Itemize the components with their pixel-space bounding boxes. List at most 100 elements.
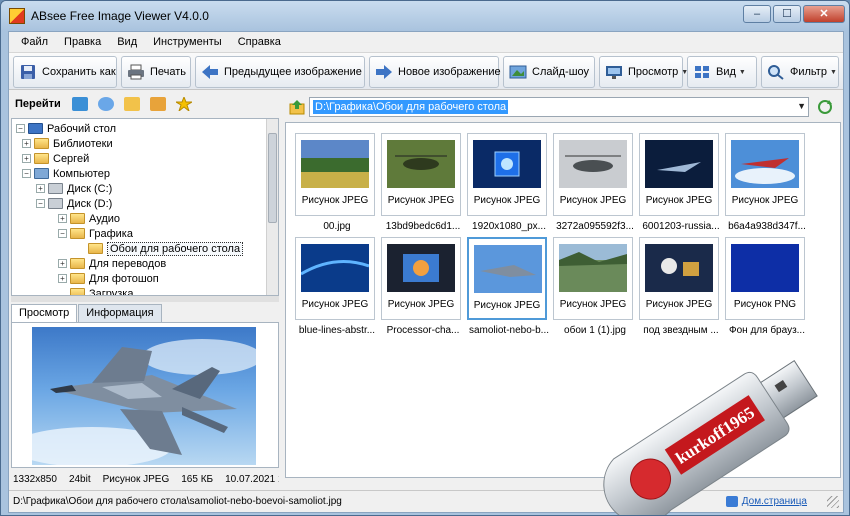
collapse-toggle[interactable]: − <box>58 229 67 238</box>
library-icon <box>34 138 49 149</box>
collapse-toggle[interactable]: − <box>16 124 25 133</box>
thumbnail-image <box>645 140 713 188</box>
thumbnail-item[interactable]: Рисунок JPEG обои 1 (1).jpg <box>553 237 637 336</box>
folder-up-icon[interactable] <box>289 99 305 115</box>
thumbnail-image <box>387 140 455 188</box>
minimize-button[interactable]: – <box>743 5 771 23</box>
chevron-down-icon[interactable]: ▼ <box>797 101 806 111</box>
slideshow-button[interactable]: Слайд-шоу <box>503 56 595 88</box>
address-path: D:\Графика\Обои для рабочего стола <box>313 100 509 114</box>
thumbnail-image <box>473 140 541 188</box>
thumbnail-card[interactable]: Рисунок JPEG <box>295 133 375 216</box>
title-bar[interactable]: ABsee Free Image Viewer V4.0.0 – ☐ ✕ <box>1 1 849 31</box>
tree-item-photoshop[interactable]: + Для фотошоп <box>58 271 159 286</box>
thumbnail-card[interactable]: Рисунок JPEG <box>381 133 461 216</box>
window-title: ABsee Free Image Viewer V4.0.0 <box>31 9 209 23</box>
thumbnail-item[interactable]: Рисунок PNG Фон для брауз... <box>725 237 809 336</box>
thumbnail-item[interactable]: Рисунок JPEG 00.jpg <box>295 133 379 232</box>
star-icon[interactable] <box>173 95 194 113</box>
refresh-icon[interactable] <box>817 99 833 115</box>
image-info-bar: 1332x850 24bit Рисунок JPEG 165 КБ 10.07… <box>11 470 279 488</box>
thumbnail-card[interactable]: Рисунок JPEG <box>553 133 633 216</box>
thumbnail-card[interactable]: Рисунок JPEG <box>295 237 375 320</box>
menu-tools[interactable]: Инструменты <box>145 36 230 48</box>
folder-nav-icon[interactable] <box>123 97 140 111</box>
thumbnail-filename: 6001203-russia... <box>642 221 720 232</box>
tree-scrollbar[interactable] <box>266 119 278 295</box>
save-as-button[interactable]: Сохранить как <box>13 56 117 88</box>
thumbnail-item[interactable]: Рисунок JPEG 13bd9bedc6d1... <box>381 133 465 232</box>
tree-item-desktop[interactable]: − Рабочий стол <box>16 121 116 136</box>
tab-info[interactable]: Информация <box>78 304 162 322</box>
view-mode-dropdown-button[interactable]: Вид ▼ <box>687 56 757 88</box>
thumbnail-image <box>301 140 369 188</box>
thumbnail-type: Рисунок JPEG <box>731 195 799 206</box>
menu-file[interactable]: Файл <box>13 36 56 48</box>
user-nav-icon[interactable] <box>97 97 114 111</box>
thumbnail-card[interactable]: Рисунок JPEG <box>467 133 547 216</box>
next-image-label: Новое изображение <box>398 66 501 78</box>
address-row: D:\Графика\Обои для рабочего стола ▼ <box>285 96 841 118</box>
folder-icon <box>70 273 85 284</box>
previous-image-button[interactable]: Предыдущее изображение <box>195 56 365 88</box>
thumbnail-card[interactable]: Рисунок JPEG <box>725 133 805 216</box>
thumbnail-item[interactable]: Рисунок JPEG b6a4a938d347f... <box>725 133 809 232</box>
thumbnail-item[interactable]: Рисунок JPEG blue-lines-abstr... <box>295 237 379 336</box>
maximize-button[interactable]: ☐ <box>773 5 801 23</box>
thumbnail-item[interactable]: Рисунок JPEG samoliot-nebo-b... <box>467 237 551 336</box>
tree-item-libraries[interactable]: + Библиотеки <box>22 136 113 151</box>
scrollbar-thumb[interactable] <box>268 133 277 223</box>
thumbnail-filename: 1920x1080_px... <box>472 221 546 232</box>
tree-item-computer[interactable]: − Компьютер <box>22 166 110 181</box>
thumbnail-card[interactable]: Рисунок PNG <box>725 237 805 320</box>
thumbnail-image <box>387 244 455 292</box>
tree-item-downloads[interactable]: Загрузка <box>70 286 133 295</box>
next-image-button[interactable]: Новое изображение <box>369 56 501 88</box>
expand-toggle[interactable]: + <box>22 154 31 163</box>
thumbnail-card[interactable]: Рисунок JPEG <box>639 237 719 320</box>
menu-help[interactable]: Справка <box>230 36 289 48</box>
thumbnail-filename: blue-lines-abstr... <box>298 325 376 336</box>
slideshow-icon <box>509 64 527 80</box>
image-date: 10.07.2021 16: <box>225 473 279 485</box>
thumbnail-item[interactable]: Рисунок JPEG под звездным ... <box>639 237 723 336</box>
user-folder-icon <box>34 153 49 164</box>
expand-toggle[interactable]: + <box>22 139 31 148</box>
thumbnail-card[interactable]: Рисунок JPEG <box>639 133 719 216</box>
thumbnail-item[interactable]: Рисунок JPEG 3272a095592f3... <box>553 133 637 232</box>
tree-item-wallpapers[interactable]: Обои для рабочего стола <box>88 241 244 256</box>
tree-item-audio[interactable]: + Аудио <box>58 211 120 226</box>
slideshow-label: Слайд-шоу <box>532 66 590 78</box>
tree-item-graphics[interactable]: − Графика <box>58 226 133 241</box>
menu-edit[interactable]: Правка <box>56 36 109 48</box>
bookmark-folder-icon[interactable] <box>149 97 166 111</box>
expand-toggle[interactable]: + <box>58 274 67 283</box>
thumbnail-card[interactable]: Рисунок JPEG <box>553 237 633 320</box>
menu-view[interactable]: Вид <box>109 36 145 48</box>
tree-item-user[interactable]: + Сергей <box>22 151 89 166</box>
thumbnail-card[interactable]: Рисунок JPEG <box>381 237 461 320</box>
close-button[interactable]: ✕ <box>803 5 845 23</box>
thumbnail-item[interactable]: Рисунок JPEG Processor-cha... <box>381 237 465 336</box>
thumbnail-card[interactable]: Рисунок JPEG <box>467 237 547 320</box>
view-dropdown-button[interactable]: Просмотр ▼ <box>599 56 688 88</box>
splitter[interactable] <box>11 296 279 302</box>
expand-toggle[interactable]: + <box>58 214 67 223</box>
thumbnail-item[interactable]: Рисунок JPEG 6001203-russia... <box>639 133 723 232</box>
tree-item-disk-d[interactable]: − Диск (D:) <box>36 196 112 211</box>
expand-toggle[interactable]: + <box>36 184 45 193</box>
computer-icon <box>34 168 49 179</box>
collapse-toggle[interactable]: − <box>36 199 45 208</box>
address-input[interactable]: D:\Графика\Обои для рабочего стола ▼ <box>309 97 809 117</box>
refresh-nav-icon[interactable] <box>71 97 88 111</box>
tree-item-translations[interactable]: + Для переводов <box>58 256 166 271</box>
expand-toggle[interactable]: + <box>58 259 67 268</box>
thumbnail-item[interactable]: Рисунок JPEG 1920x1080_px... <box>467 133 551 232</box>
tab-preview[interactable]: Просмотр <box>11 304 78 322</box>
tree-label: Сергей <box>53 152 90 165</box>
tree-item-disk-c[interactable]: + Диск (C:) <box>36 181 112 196</box>
filter-dropdown-button[interactable]: Фильтр ▼ <box>761 56 839 88</box>
print-button[interactable]: Печать <box>121 56 191 88</box>
collapse-toggle[interactable]: − <box>22 169 31 178</box>
save-as-label: Сохранить как <box>42 66 116 78</box>
